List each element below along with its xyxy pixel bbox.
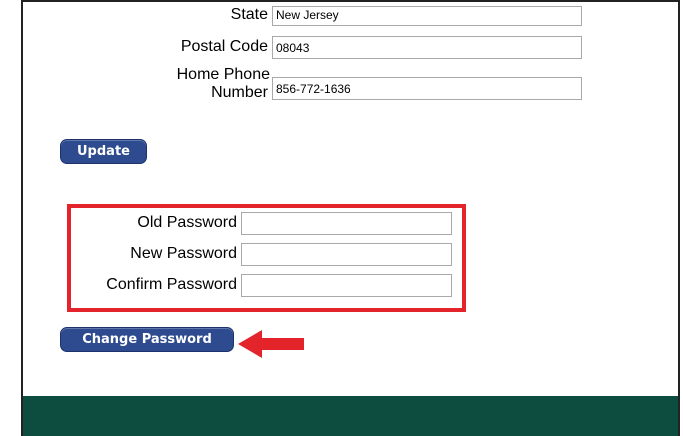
state-label: State (230, 6, 268, 23)
state-input[interactable] (272, 6, 582, 26)
home-phone-input[interactable] (272, 77, 582, 100)
confirm-password-input[interactable] (241, 274, 452, 297)
frame-top-border (21, 0, 680, 2)
postal-code-input[interactable] (272, 36, 582, 59)
footer-band (23, 396, 678, 436)
update-button[interactable]: Update (60, 139, 147, 164)
red-left-arrow-icon (238, 330, 304, 358)
new-password-input[interactable] (241, 243, 452, 266)
new-password-label: New Password (130, 245, 237, 262)
home-phone-label-line2: Number (211, 84, 268, 101)
home-phone-label-line1: Home Phone (176, 66, 270, 83)
postal-code-label: Postal Code (180, 38, 268, 55)
old-password-label: Old Password (137, 214, 237, 231)
change-password-button[interactable]: Change Password (60, 327, 234, 352)
old-password-input[interactable] (241, 212, 452, 235)
confirm-password-label: Confirm Password (106, 276, 237, 293)
